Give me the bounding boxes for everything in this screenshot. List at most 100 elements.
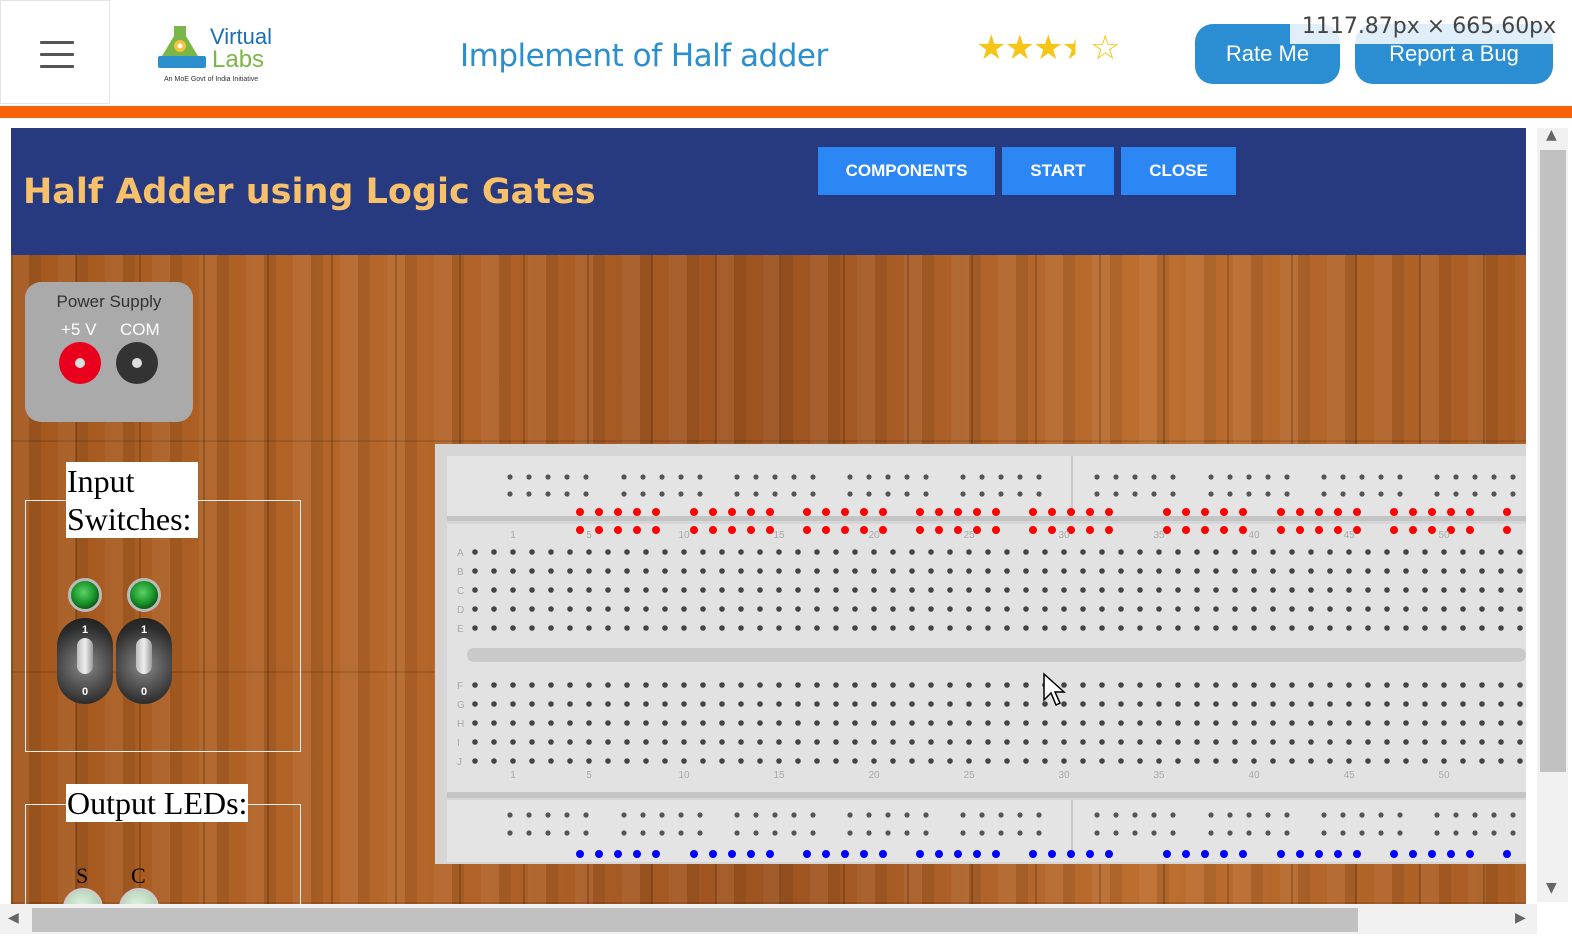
rail-hole xyxy=(734,830,740,836)
close-button[interactable]: CLOSE xyxy=(1121,147,1236,195)
power-supply-title: Power Supply xyxy=(56,292,162,311)
positive-rail-dot xyxy=(1409,508,1417,516)
terminal-hole xyxy=(795,758,801,764)
terminal-hole xyxy=(1460,625,1466,631)
rail-hole xyxy=(1094,812,1100,818)
start-button[interactable]: START xyxy=(1002,147,1114,195)
terminal-hole xyxy=(1004,549,1010,555)
terminal-hole xyxy=(1384,758,1390,764)
positive-rail-dot xyxy=(690,508,698,516)
terminal-hole xyxy=(586,549,592,555)
terminal-hole xyxy=(1213,549,1219,555)
rail-hole xyxy=(1170,491,1176,497)
breadboard[interactable]: A B C D E F G H I J 1 1 5 5 10 10 15 15 20 20 25 25 30 30 35 35 40… xyxy=(435,444,1526,876)
terminal-hole xyxy=(1403,758,1409,764)
terminal-hole xyxy=(890,720,896,726)
star-outline-icon[interactable]: ☆ xyxy=(1090,28,1121,68)
terminal-hole xyxy=(1118,606,1124,612)
terminal-hole xyxy=(852,549,858,555)
terminal-hole xyxy=(643,606,649,612)
scroll-up-arrow-icon[interactable]: ▲ xyxy=(1546,127,1557,143)
terminal-hole xyxy=(795,720,801,726)
column-number: 30 xyxy=(1058,530,1070,541)
terminal-hole xyxy=(1517,606,1523,612)
terminal-hole xyxy=(947,568,953,574)
input-led-1 xyxy=(68,578,102,612)
horizontal-scrollbar-thumb[interactable] xyxy=(32,908,1358,932)
terminal-hole xyxy=(1232,606,1238,612)
rail-hole xyxy=(923,491,929,497)
terminal-hole xyxy=(719,568,725,574)
terminal-hole xyxy=(1023,549,1029,555)
rail-hole xyxy=(1094,491,1100,497)
negative-rail-dot xyxy=(728,850,736,858)
terminal-hole xyxy=(700,625,706,631)
terminal-hole xyxy=(586,701,592,707)
terminal-hole xyxy=(491,568,497,574)
terminal-hole xyxy=(1289,625,1295,631)
workspace[interactable]: Power Supply +5 V COM Input Switches: 1 … xyxy=(11,255,1526,904)
positive-rail-dot xyxy=(747,508,755,516)
terminal-hole xyxy=(605,606,611,612)
hamburger-menu-button[interactable] xyxy=(0,0,110,104)
rail-hole xyxy=(960,812,966,818)
positive-rail-dot xyxy=(1503,526,1511,534)
virtual-labs-logo[interactable]: Virtual Labs An MoE Govt of India Initia… xyxy=(152,18,282,88)
terminal-hole xyxy=(1384,587,1390,593)
components-button[interactable]: COMPONENTS xyxy=(818,147,995,195)
terminal-hole xyxy=(700,549,706,555)
row-label: D xyxy=(457,605,464,616)
terminal-hole xyxy=(833,720,839,726)
terminal-hole xyxy=(1175,720,1181,726)
breadboard-holes[interactable]: ABCDEFGHIJ115510101515202025253030353540… xyxy=(435,444,1526,876)
com-terminal[interactable] xyxy=(116,342,158,384)
row-label: F xyxy=(457,681,463,692)
row-label: A xyxy=(457,548,464,559)
terminal-hole xyxy=(510,625,516,631)
negative-rail-dot xyxy=(1220,850,1228,858)
rail-hole xyxy=(1321,812,1327,818)
terminal-hole xyxy=(1441,606,1447,612)
negative-rail-dot xyxy=(954,850,962,858)
rail-hole xyxy=(1113,491,1119,497)
terminal-hole xyxy=(1099,587,1105,593)
terminal-hole xyxy=(1213,587,1219,593)
rail-hole xyxy=(979,812,985,818)
column-number: 50 xyxy=(1438,770,1450,781)
rail-hole xyxy=(1510,491,1516,497)
plus-5v-terminal[interactable] xyxy=(59,342,101,384)
terminal-hole xyxy=(1232,739,1238,745)
terminal-hole xyxy=(1365,720,1371,726)
terminal-hole xyxy=(1403,701,1409,707)
terminal-hole xyxy=(1023,758,1029,764)
vertical-scrollbar-thumb[interactable] xyxy=(1540,150,1566,772)
positive-rail-dot xyxy=(1201,508,1209,516)
scroll-right-arrow-icon[interactable]: ▶ xyxy=(1515,910,1526,926)
star-icon[interactable]: ★ xyxy=(1033,28,1064,68)
terminal-hole xyxy=(1213,720,1219,726)
terminal-hole xyxy=(1156,549,1162,555)
terminal-hole xyxy=(1346,701,1352,707)
terminal-hole xyxy=(1137,758,1143,764)
star-icon[interactable]: ★ xyxy=(976,28,1007,68)
rail-hole xyxy=(1132,491,1138,497)
terminal-hole xyxy=(1498,549,1504,555)
terminal-hole xyxy=(1042,758,1048,764)
star-rating[interactable]: ★★★★☆ xyxy=(976,28,1121,68)
flask-icon xyxy=(158,26,206,68)
terminal-hole xyxy=(1403,549,1409,555)
half-star-icon[interactable]: ★ xyxy=(1061,28,1092,68)
terminal-hole xyxy=(814,720,820,726)
terminal-hole xyxy=(491,701,497,707)
terminal-hole xyxy=(1099,549,1105,555)
toggle-switch-1[interactable]: 1 0 xyxy=(57,618,113,704)
toggle-switch-2[interactable]: 1 0 xyxy=(116,618,172,704)
star-icon[interactable]: ★ xyxy=(1004,28,1035,68)
rail-hole xyxy=(1265,474,1271,480)
scroll-left-arrow-icon[interactable]: ◀ xyxy=(8,910,19,926)
rail-hole xyxy=(753,812,759,818)
terminal-hole xyxy=(1232,568,1238,574)
terminal-hole xyxy=(1517,682,1523,688)
scroll-down-arrow-icon[interactable]: ▼ xyxy=(1546,880,1557,896)
terminal-hole xyxy=(1498,701,1504,707)
